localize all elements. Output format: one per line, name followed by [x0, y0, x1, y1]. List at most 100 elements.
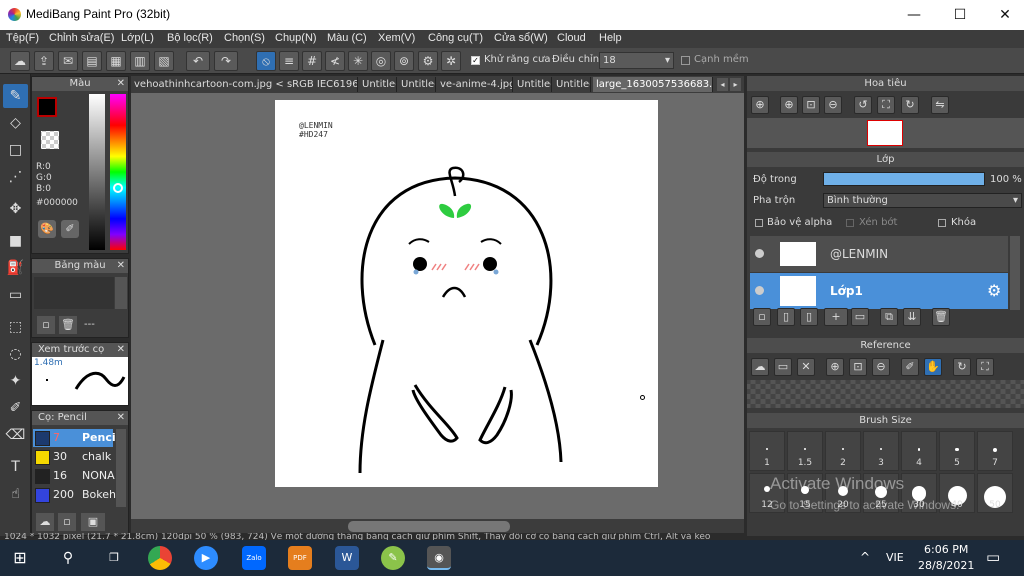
brush-size-cell[interactable]: 2	[825, 431, 861, 471]
menu-window[interactable]: Cửa sổ(W)	[494, 32, 548, 44]
tray-caret-icon[interactable]: ^	[860, 550, 870, 564]
close-icon[interactable]: ✕	[117, 259, 125, 273]
menu-capture[interactable]: Chụp(N)	[275, 32, 317, 44]
trash-icon[interactable]: 🗑	[932, 308, 950, 326]
circle-snap-icon[interactable]: ◎	[371, 51, 391, 71]
scroll-thumb[interactable]	[348, 521, 510, 532]
adjust-select[interactable]: 18 ▾	[599, 52, 674, 69]
menu-filter[interactable]: Bộ lọc(R)	[167, 32, 213, 44]
palette-icon[interactable]: 🎨	[38, 220, 56, 238]
hue-slider[interactable]	[110, 94, 126, 250]
menu-cloud[interactable]: Cloud	[557, 32, 586, 44]
redo-icon[interactable]: ↷	[214, 51, 238, 71]
blend-select[interactable]: Bình thường ▾	[823, 193, 1022, 208]
operation-tool-icon[interactable]: ☝	[3, 482, 28, 506]
close-icon[interactable]: ✕	[117, 77, 125, 91]
drawing-canvas[interactable]: @LENMIN #HD247	[275, 100, 658, 487]
palette-scrollbar[interactable]	[115, 277, 127, 309]
menu-tools[interactable]: Công cụ(T)	[428, 32, 483, 44]
eyedropper-icon[interactable]: ✐	[61, 220, 79, 238]
tab-doc-5[interactable]: Untitled	[514, 77, 552, 92]
fit-icon[interactable]: ⊡	[849, 358, 867, 376]
protect-alpha-checkbox[interactable]	[755, 219, 763, 227]
search-icon[interactable]: ⚲	[56, 546, 80, 570]
zoom-out-icon[interactable]: ⊖	[824, 96, 842, 114]
open-folder-icon[interactable]: ▭	[774, 358, 792, 376]
dot-tool-icon[interactable]: ⋰	[3, 165, 28, 189]
clock-time[interactable]: 6:06 PM	[924, 543, 968, 556]
menu-help[interactable]: Help	[599, 32, 622, 44]
eye-icon[interactable]	[755, 286, 764, 295]
medibang-taskbar-icon[interactable]: ◉	[427, 546, 451, 570]
word-icon[interactable]: W	[335, 546, 359, 570]
antialias-checkbox[interactable]: ✓	[471, 56, 480, 65]
clipping-checkbox[interactable]	[846, 219, 854, 227]
new-1bit-layer-icon[interactable]: ▯	[800, 308, 818, 326]
zoom-icon[interactable]: ▶	[194, 546, 218, 570]
select-pen-icon[interactable]: ✐	[3, 396, 28, 420]
fit-screen-icon[interactable]: ⛶	[976, 358, 994, 376]
duplicate-layer-icon[interactable]: ⧉	[880, 308, 898, 326]
zoom-out-icon[interactable]: ⊖	[872, 358, 890, 376]
tab-next-icon[interactable]: ▸	[730, 78, 741, 91]
brush-item-chalk[interactable]: 30 chalk	[33, 448, 113, 466]
tab-prev-icon[interactable]: ◂	[717, 78, 728, 91]
merge-layer-icon[interactable]: ⇊	[903, 308, 921, 326]
navigator-thumbnail[interactable]	[867, 120, 903, 146]
add-brush-icon[interactable]: ☁	[36, 513, 54, 531]
layer-row[interactable]: @LENMIN	[750, 236, 1008, 272]
flip-icon[interactable]: ⇋	[931, 96, 949, 114]
rect-tool-icon[interactable]: □	[3, 138, 28, 162]
rotate-icon[interactable]: ↻	[953, 358, 971, 376]
menu-edit[interactable]: Chỉnh sửa(E)	[49, 32, 114, 44]
fit-screen-icon[interactable]: ⛶	[877, 96, 895, 114]
cross-snap-icon[interactable]: #	[302, 51, 322, 71]
eraser-tool-icon[interactable]: ◇	[3, 111, 28, 135]
primary-color-swatch[interactable]	[37, 97, 57, 117]
new-palette-icon[interactable]: ▫	[37, 316, 55, 334]
navigator-view[interactable]	[747, 118, 1024, 148]
language-indicator[interactable]: VIE	[886, 551, 904, 564]
app-icon[interactable]: ✎	[381, 546, 405, 570]
brush-size-cell[interactable]: 1.5	[787, 431, 823, 471]
layout-icon[interactable]: ▧	[154, 51, 174, 71]
select-eraser-icon[interactable]: ⌫	[3, 423, 28, 447]
horizontal-scrollbar[interactable]	[131, 519, 744, 533]
share-icon[interactable]: ⇪	[34, 51, 54, 71]
snap-off-icon[interactable]: ⦸	[256, 51, 276, 71]
task-view-icon[interactable]: ❐	[102, 546, 126, 570]
brush-tool-icon[interactable]: ✎	[3, 84, 28, 108]
brush-size-cell[interactable]: 7	[977, 431, 1013, 471]
pdf-icon[interactable]: PDF	[288, 546, 312, 570]
rotate-left-icon[interactable]: ↺	[854, 96, 872, 114]
fill-rect-tool-icon[interactable]: ■	[3, 229, 28, 253]
new-8bit-layer-icon[interactable]: ▯	[777, 308, 795, 326]
tab-doc-3[interactable]: Untitled	[398, 77, 436, 92]
tab-doc-6[interactable]: Untitled	[553, 77, 591, 92]
layer-row[interactable]: Lớp1 ⚙	[750, 273, 1008, 309]
reference-view[interactable]	[747, 380, 1024, 408]
lock-checkbox[interactable]	[938, 219, 946, 227]
vanish-snap-icon[interactable]: ≮	[325, 51, 345, 71]
windows-start-icon[interactable]: ⊞	[8, 546, 32, 570]
gear-icon[interactable]: ⚙	[987, 281, 1001, 300]
trash-icon[interactable]: 🗑	[59, 316, 77, 334]
snap-checkbox[interactable]	[681, 56, 690, 65]
grid-icon[interactable]: ▥	[130, 51, 150, 71]
curve-snap-icon[interactable]: ⊚	[394, 51, 414, 71]
menu-layer[interactable]: Lớp(L)	[121, 32, 154, 44]
chrome-icon[interactable]	[148, 546, 172, 570]
brush-item-bokeh[interactable]: 200 Bokeh	[33, 486, 116, 504]
close-icon[interactable]: ✕	[797, 358, 815, 376]
comment-icon[interactable]: ✉	[58, 51, 78, 71]
snap-settings-icon[interactable]: ⚙	[418, 51, 438, 71]
gear-icon[interactable]: ✲	[441, 51, 461, 71]
gradient-tool-icon[interactable]: ▭	[3, 283, 28, 307]
clock-date[interactable]: 28/8/2021	[918, 559, 974, 572]
brush-size-cell[interactable]: 5	[939, 431, 975, 471]
menu-file[interactable]: Tệp(F)	[6, 32, 39, 44]
new-brush-icon[interactable]: ▫	[58, 513, 76, 531]
menu-select[interactable]: Chọn(S)	[224, 32, 265, 44]
magic-wand-icon[interactable]: ✦	[3, 369, 28, 393]
brush-size-cell[interactable]: 4	[901, 431, 937, 471]
